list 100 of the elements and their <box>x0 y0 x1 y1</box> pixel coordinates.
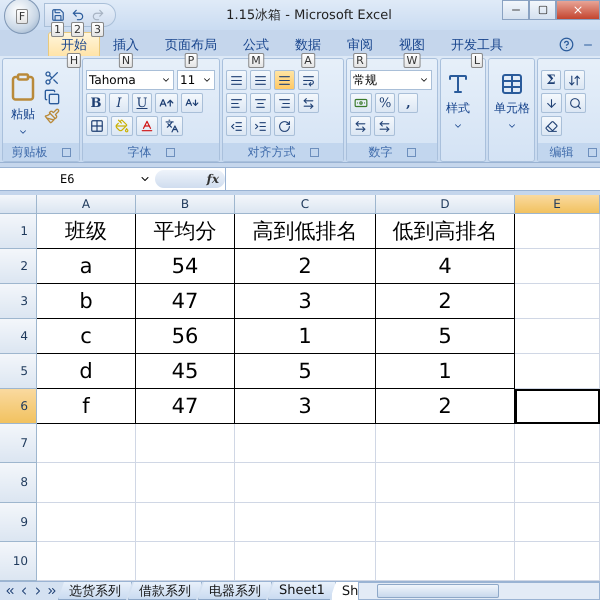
last-sheet-icon[interactable] <box>46 585 58 597</box>
font-name-field[interactable]: Tahoma <box>86 70 174 90</box>
number-format-field[interactable]: 常规 <box>350 70 432 90</box>
empty-cell[interactable] <box>515 284 600 319</box>
empty-cell[interactable] <box>136 424 235 464</box>
ribbon-tab[interactable]: 公式 <box>230 32 282 56</box>
align-middle-button[interactable] <box>250 70 271 90</box>
align-bottom-button[interactable] <box>274 70 295 90</box>
fill-button[interactable] <box>541 93 562 113</box>
name-box[interactable]: E6 <box>0 168 155 190</box>
row-header[interactable]: 2 <box>0 249 37 284</box>
empty-cell[interactable] <box>515 463 600 502</box>
empty-cell[interactable] <box>376 463 515 502</box>
column-header[interactable]: D <box>376 195 515 214</box>
row-header[interactable]: 4 <box>0 319 37 354</box>
orientation-button[interactable] <box>274 116 295 136</box>
row-header[interactable]: 6 <box>0 389 37 424</box>
font-size-field[interactable]: 11 <box>177 70 215 90</box>
selected-cell[interactable] <box>515 389 600 424</box>
undo-icon[interactable] <box>71 8 85 22</box>
help-icon[interactable] <box>559 37 574 52</box>
row-header[interactable]: 8 <box>0 463 37 502</box>
borders-button[interactable] <box>86 116 108 136</box>
empty-cell[interactable] <box>515 354 600 389</box>
ribbon-tab[interactable]: 视图 <box>386 32 438 56</box>
paste-button[interactable]: 粘贴 <box>6 70 40 143</box>
launcher-icon[interactable] <box>588 148 596 156</box>
fill-color-button[interactable] <box>111 116 133 136</box>
empty-cell[interactable] <box>235 502 376 542</box>
row-header[interactable]: 7 <box>0 424 37 464</box>
launcher-icon[interactable] <box>166 148 174 156</box>
empty-cell[interactable] <box>515 502 600 542</box>
currency-button[interactable] <box>350 93 372 113</box>
insert-function-button[interactable]: fx <box>155 170 225 188</box>
styles-button[interactable]: 样式 <box>444 70 472 161</box>
empty-cell[interactable] <box>515 319 600 354</box>
ribbon-tab[interactable]: 开发工具 <box>438 32 516 56</box>
wrap-text-button[interactable] <box>298 70 319 90</box>
empty-cell[interactable] <box>136 463 235 502</box>
empty-cell[interactable] <box>515 214 600 249</box>
horizontal-scrollbar[interactable] <box>358 582 600 600</box>
clear-button[interactable] <box>541 116 562 136</box>
column-header[interactable]: E <box>515 195 600 214</box>
percent-button[interactable]: % <box>375 93 396 113</box>
copy-icon[interactable] <box>44 89 60 105</box>
ribbon-tab[interactable]: 页面布局 <box>152 32 230 56</box>
phonetic-button[interactable] <box>161 116 183 136</box>
align-top-button[interactable] <box>226 70 247 90</box>
grow-font-button[interactable] <box>155 93 178 113</box>
row-header[interactable]: 5 <box>0 354 37 389</box>
font-color-button[interactable] <box>136 116 158 136</box>
row-header[interactable]: 10 <box>0 542 37 581</box>
save-icon[interactable] <box>51 8 65 22</box>
align-right-button[interactable] <box>274 93 295 113</box>
sheet-tab[interactable]: Sh <box>332 582 358 600</box>
decrease-indent-button[interactable] <box>226 116 247 136</box>
increase-decimal-button[interactable] <box>350 116 371 136</box>
row-header[interactable]: 9 <box>0 502 37 542</box>
empty-cell[interactable] <box>515 249 600 284</box>
first-sheet-icon[interactable] <box>4 585 16 597</box>
autosum-button[interactable]: Σ <box>541 70 561 90</box>
comma-button[interactable]: , <box>398 93 418 113</box>
empty-cell[interactable] <box>515 424 600 464</box>
sheet-tab[interactable]: Sheet1 <box>268 582 336 600</box>
launcher-icon[interactable] <box>406 148 416 156</box>
sheet-tab[interactable]: 借款系列 <box>128 582 202 600</box>
select-all-corner[interactable] <box>0 195 37 214</box>
column-header[interactable]: B <box>136 195 235 214</box>
sheet-tab[interactable]: 选货系列 <box>58 582 132 600</box>
empty-cell[interactable] <box>376 502 515 542</box>
empty-cell[interactable] <box>136 502 235 542</box>
find-button[interactable] <box>565 93 586 113</box>
close-button[interactable] <box>556 0 600 20</box>
align-left-button[interactable] <box>226 93 247 113</box>
office-button[interactable]: F <box>4 0 40 34</box>
sheet-tab[interactable]: 电器系列 <box>198 582 272 600</box>
font-style-button[interactable]: B <box>86 93 106 113</box>
row-header[interactable]: 1 <box>0 214 37 249</box>
launcher-icon[interactable] <box>62 148 70 156</box>
decrease-decimal-button[interactable] <box>374 116 395 136</box>
shrink-font-button[interactable] <box>181 93 203 113</box>
sort-filter-button[interactable] <box>564 70 585 90</box>
column-header[interactable]: C <box>235 195 376 214</box>
row-header[interactable]: 3 <box>0 284 37 319</box>
increase-indent-button[interactable] <box>250 116 271 136</box>
brush-icon[interactable] <box>44 108 60 124</box>
cut-icon[interactable] <box>44 70 60 86</box>
merge-button[interactable] <box>298 93 319 113</box>
cells-button[interactable]: 单元格 <box>492 70 532 161</box>
maximize-button[interactable] <box>529 0 556 20</box>
empty-cell[interactable] <box>235 424 376 464</box>
ribbon-tab[interactable]: 数据 <box>282 32 334 56</box>
launcher-icon[interactable] <box>310 148 318 156</box>
font-style-button[interactable]: I <box>109 93 129 113</box>
empty-cell[interactable] <box>376 424 515 464</box>
align-center-button[interactable] <box>250 93 271 113</box>
column-header[interactable]: A <box>37 195 136 214</box>
font-style-button[interactable]: U <box>132 93 152 113</box>
empty-cell[interactable] <box>235 463 376 502</box>
ribbon-tab[interactable]: 审阅 <box>334 32 386 56</box>
